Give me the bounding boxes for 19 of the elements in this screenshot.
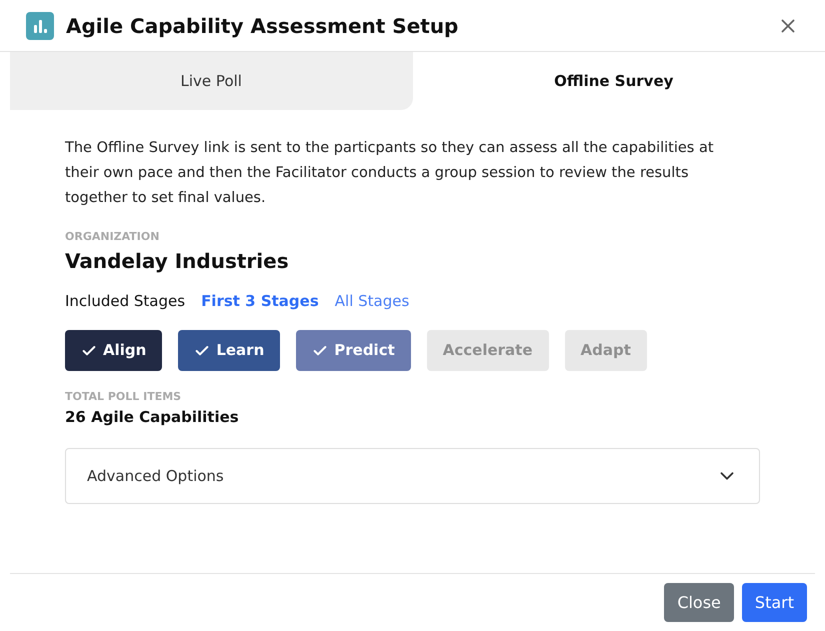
stage-toggle[interactable]: Accelerate <box>426 330 549 371</box>
stage-toggle[interactable]: Predict <box>296 330 411 371</box>
stage-toggle[interactable]: Align <box>65 330 162 371</box>
close-button[interactable]: Close <box>664 583 734 622</box>
organization-name: Vandelay Industries <box>65 248 290 274</box>
stage-toggle[interactable]: Learn <box>178 330 280 371</box>
stage-toggle[interactable]: Adapt <box>564 330 647 371</box>
stage-filter-link[interactable]: First 3 Stages <box>201 290 319 312</box>
stages-label: Included Stages <box>65 290 186 312</box>
stage-filter-link[interactable]: All Stages <box>334 290 410 312</box>
organization-label: ORGANIZATION <box>65 229 160 245</box>
bar-chart-icon <box>26 12 54 40</box>
total-value: 26 Agile Capabilities <box>65 406 240 428</box>
description: The Offline Survey link is sent to the particpants so they can assess all the capabilities at their own pace and then the Facilitator conducts a group session to review the results together to set final values. <box>65 139 715 208</box>
window-title: Agile Capability Assessment Setup <box>66 12 458 40</box>
total-label: TOTAL POLL ITEMS <box>65 389 182 405</box>
advanced-options-accordion[interactable]: Advanced Options <box>65 448 760 504</box>
tab[interactable]: Live Poll <box>10 52 412 110</box>
start-button[interactable]: Start <box>742 583 807 622</box>
